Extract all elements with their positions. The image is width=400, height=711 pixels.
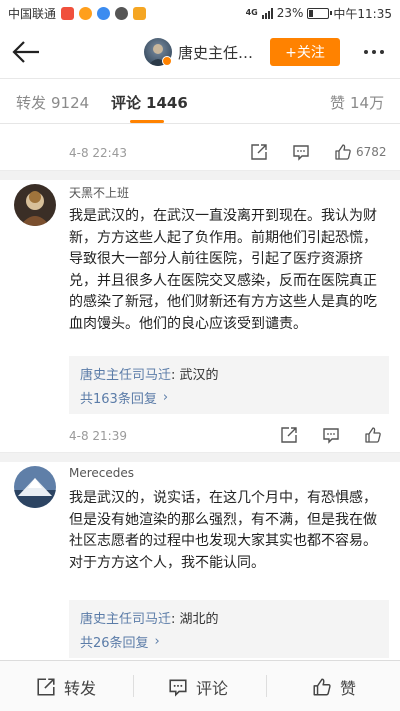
network-type: 4G	[245, 8, 258, 17]
more-options-button[interactable]	[357, 38, 391, 66]
reply-preview[interactable]: 唐史主任司马迁: 武汉的 共163条回复 ›	[69, 356, 389, 414]
commenter-avatar[interactable]	[14, 184, 56, 226]
thumbs-up-icon	[365, 427, 381, 443]
more-dots-icon	[364, 50, 368, 54]
view-replies-link[interactable]: 共163条回复 ›	[80, 385, 378, 409]
thumbs-up-icon	[313, 678, 331, 695]
thumbs-up-icon	[335, 144, 351, 160]
comment-username[interactable]: Merecedes	[69, 466, 134, 480]
comment-text: 我是武汉的，说实话，在这几个月中，有恐惧感，但是没有她渲染的那么强烈，有不满，但…	[69, 490, 377, 571]
reply-text: 湖北的	[179, 612, 219, 627]
battery-percent: 23%	[276, 6, 304, 20]
tab-likes[interactable]: 赞 14万	[330, 92, 384, 113]
share-comment-button[interactable]	[280, 426, 298, 444]
tab-reposts[interactable]: 转发 9124	[16, 92, 89, 113]
like-comment-button[interactable]	[364, 426, 382, 444]
bottom-bar-divider	[133, 675, 134, 697]
reply-comment-button[interactable]	[292, 143, 310, 161]
chat-icon	[115, 6, 129, 20]
browser-app-icon	[79, 6, 93, 20]
comment-meta-row: 4-8 22:43 6782	[0, 142, 400, 168]
tab-comments[interactable]: 评论 1446	[111, 92, 188, 113]
reply-line: 唐史主任司马迁: 湖北的	[80, 612, 219, 627]
back-arrow-icon	[12, 41, 39, 63]
share-icon	[251, 144, 267, 160]
comment-meta-row: 4-8 21:39	[0, 425, 400, 451]
like-button[interactable]: 赞	[312, 661, 356, 711]
wallet-app-icon	[133, 6, 147, 20]
tab-reposts-label: 转发	[16, 94, 47, 112]
battery-level	[309, 9, 314, 17]
comment-list[interactable]: 4-8 22:43 6782 天黑不上班 我是武汉的，在武汉一直没离开到现在。我…	[0, 124, 400, 660]
comment-icon	[323, 428, 339, 444]
reply-preview[interactable]: 唐史主任司马迁: 湖北的 共26条回复 ›	[69, 600, 389, 658]
active-tab-indicator	[130, 120, 164, 123]
bottom-action-bar: 转发 评论 赞	[0, 660, 400, 711]
reply-count: 共26条回复	[80, 635, 149, 651]
tab-reposts-count: 9124	[51, 94, 90, 112]
tab-likes-count: 14万	[350, 94, 385, 112]
reply-comment-button[interactable]	[322, 426, 340, 444]
comment-icon	[169, 679, 187, 697]
tab-comments-count: 1446	[146, 94, 188, 112]
notification-app-icon	[61, 6, 75, 20]
share-comment-button[interactable]	[250, 143, 268, 161]
verified-badge-icon	[162, 56, 172, 66]
post-tabs: 转发 9124 评论 1446 赞 14万	[0, 78, 400, 124]
reply-author[interactable]: 唐史主任司马迁	[80, 612, 171, 627]
comment-time: 4-8 21:39	[69, 429, 127, 443]
tab-likes-label: 赞	[330, 94, 346, 112]
section-divider	[0, 170, 400, 180]
chevron-right-icon: ›	[154, 633, 160, 649]
comment-text: 我是武汉的，在武汉一直没离开到现在。我认为财新，方方这些人起了负作用。前期他们引…	[69, 208, 377, 332]
like-count: 6782	[356, 145, 387, 159]
comment-label: 评论	[196, 678, 229, 698]
like-label: 赞	[340, 678, 357, 698]
tab-comments-label: 评论	[111, 94, 142, 112]
reply-line: 唐史主任司马迁: 武汉的	[80, 368, 219, 383]
share-icon	[281, 427, 297, 443]
repost-button[interactable]: 转发	[36, 661, 96, 711]
back-button[interactable]	[10, 38, 42, 66]
status-bar: 中国联通 4G 23% 中午11:35	[0, 0, 400, 26]
bottom-bar-divider	[266, 675, 267, 697]
chevron-right-icon: ›	[162, 389, 169, 405]
like-comment-button[interactable]: 6782	[334, 143, 387, 161]
section-divider	[0, 452, 400, 462]
battery-icon	[307, 7, 333, 19]
clock: 中午11:35	[333, 6, 392, 21]
reply-count: 共163条回复	[80, 391, 157, 407]
message-app-icon	[97, 6, 111, 20]
reply-text: 武汉的	[179, 368, 219, 383]
share-icon	[37, 677, 55, 696]
reply-author[interactable]: 唐史主任司马迁	[80, 368, 171, 383]
signal-icon	[261, 7, 273, 19]
carrier-label: 中国联通	[8, 6, 57, 21]
author-name[interactable]: 唐史主任…	[178, 42, 253, 63]
repost-label: 转发	[64, 678, 97, 698]
comment-username[interactable]: 天黑不上班	[69, 184, 129, 201]
commenter-avatar[interactable]	[14, 466, 56, 508]
comment-time: 4-8 22:43	[69, 146, 127, 160]
post-header: 唐史主任… +关注	[0, 26, 400, 78]
comment-icon	[293, 145, 309, 161]
follow-button[interactable]: +关注	[270, 38, 340, 66]
view-replies-link[interactable]: 共26条回复 ›	[80, 629, 378, 653]
comment-button[interactable]: 评论	[168, 661, 228, 711]
